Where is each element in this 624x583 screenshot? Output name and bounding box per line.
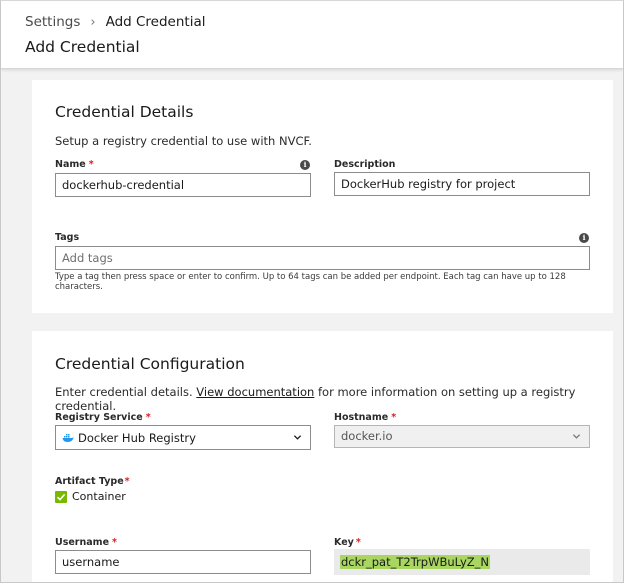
key-value: dckr_pat_T2TrpWBuLyZ_N xyxy=(340,555,491,569)
credential-configuration-subtitle: Enter credential details. View documenta… xyxy=(55,385,613,413)
tags-label: Tags xyxy=(55,232,80,243)
page-title: Add Credential xyxy=(25,38,140,56)
registry-service-value: Docker Hub Registry xyxy=(78,430,196,445)
docker-whale-icon xyxy=(62,433,74,442)
required-marker: * xyxy=(88,159,94,170)
required-marker: * xyxy=(112,537,117,548)
breadcrumb: Settings › Add Credential xyxy=(25,14,206,30)
tags-help-line1: Type a tag then press space or enter to … xyxy=(55,272,566,282)
key-label-text: Key xyxy=(334,537,354,548)
tags-help-text: Type a tag then press space or enter to … xyxy=(55,272,595,292)
credential-details-subtitle: Setup a registry credential to use with … xyxy=(55,134,312,148)
key-label: Key * xyxy=(334,537,361,548)
artifact-type-label: Artifact Type* xyxy=(55,476,130,487)
required-marker: * xyxy=(355,537,361,548)
chevron-down-icon xyxy=(293,435,302,440)
credential-details-card: Credential Details Setup a registry cred… xyxy=(32,80,613,313)
checkmark-icon xyxy=(56,493,66,501)
tags-input[interactable]: Add tags xyxy=(55,246,590,270)
name-label-text: Name xyxy=(55,159,86,170)
hostname-value: docker.io xyxy=(341,429,393,443)
username-input[interactable]: username xyxy=(55,550,311,574)
hostname-label: Hostname * xyxy=(334,412,396,423)
breadcrumb-separator: › xyxy=(90,14,96,30)
subtitle-prefix: Enter credential details. xyxy=(55,385,197,399)
chevron-down-icon xyxy=(572,434,581,439)
name-input[interactable]: dockerhub-credential xyxy=(55,173,311,197)
credential-configuration-title: Credential Configuration xyxy=(55,355,245,373)
artifact-type-label-text: Artifact Type xyxy=(55,476,124,487)
registry-service-select[interactable]: Docker Hub Registry xyxy=(55,425,311,450)
hostname-label-text: Hostname xyxy=(334,412,389,423)
required-marker: * xyxy=(145,412,151,423)
hostname-select[interactable]: docker.io xyxy=(334,425,590,448)
tags-help-line2: characters. xyxy=(55,282,103,292)
registry-service-label-text: Registry Service xyxy=(55,412,143,423)
registry-service-label: Registry Service * xyxy=(55,412,151,423)
required-marker: * xyxy=(391,412,397,423)
view-documentation-link[interactable]: View documentation xyxy=(196,385,314,399)
required-marker: * xyxy=(124,476,130,487)
breadcrumb-current: Add Credential xyxy=(105,14,206,30)
app-frame: Settings › Add Credential Add Credential… xyxy=(0,0,624,583)
info-icon[interactable]: i xyxy=(300,160,310,170)
info-icon[interactable]: i xyxy=(579,233,589,243)
name-label: Name * xyxy=(55,159,94,170)
description-label: Description xyxy=(334,159,396,170)
container-checkbox-label[interactable]: Container xyxy=(72,490,126,503)
username-label-text: Username xyxy=(55,537,110,548)
page-header: Settings › Add Credential Add Credential xyxy=(1,1,623,69)
key-input[interactable]: dckr_pat_T2TrpWBuLyZ_N xyxy=(334,549,590,575)
container-checkbox[interactable] xyxy=(55,491,67,503)
credential-configuration-card: Credential Configuration Enter credentia… xyxy=(32,331,613,582)
username-label: Username * xyxy=(55,537,117,548)
breadcrumb-settings-link[interactable]: Settings xyxy=(25,14,80,30)
credential-details-title: Credential Details xyxy=(55,103,194,121)
description-input[interactable]: DockerHub registry for project xyxy=(334,172,590,196)
